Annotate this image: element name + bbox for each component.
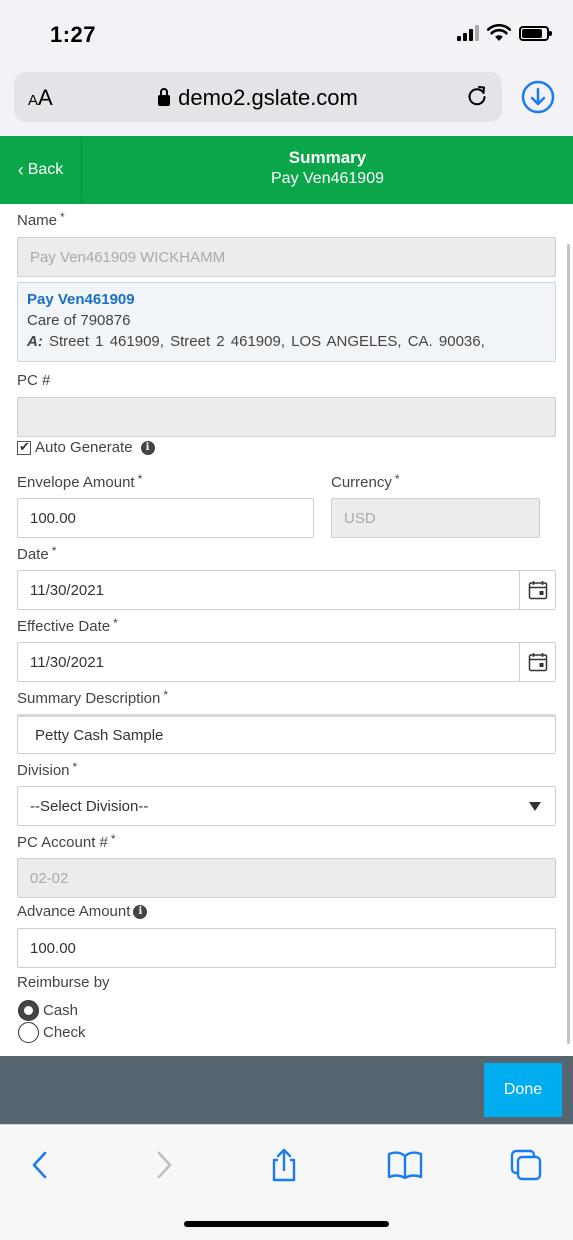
forward-icon [144,1145,184,1185]
page-subtitle: Pay Ven461909 [271,170,384,187]
advance-amount-label: Advance Amount i [17,903,148,920]
download-icon[interactable] [521,80,555,114]
url-text[interactable]: demo2.gslate.com [14,85,502,111]
advance-amount-input[interactable]: 100.00 [17,928,556,968]
summary-form: Name * Pay Ven461909 WICKHAMM Pay Ven4619… [0,204,573,1056]
home-indicator [184,1221,389,1227]
app-header: ‹ Back Summary Pay Ven461909 [0,136,573,204]
back-label: Back [27,161,64,178]
bookmarks-icon[interactable] [385,1145,425,1185]
check-radio[interactable] [18,1022,39,1043]
date-input[interactable]: 11/30/2021 [17,570,556,610]
share-icon[interactable] [264,1145,304,1185]
envelope-amount-label: Envelope Amount * [17,472,143,491]
browser-url-area: AA demo2.gslate.com [0,70,573,136]
pc-number-label: PC # [17,372,51,389]
calendar-icon[interactable] [519,643,555,681]
info-icon[interactable]: i [140,440,155,455]
vendor-address: A: Street 1 461909, Street 2 461909, LOS… [27,333,485,350]
reload-icon[interactable] [466,85,488,107]
reimburse-option-cash[interactable]: Cash [18,1000,78,1021]
back-icon[interactable] [20,1145,60,1185]
date-label: Date * [17,544,57,563]
effective-date-label: Effective Date * [17,616,118,635]
reimburse-option-check[interactable]: Check [18,1022,86,1043]
name-label: Name * [17,210,65,229]
auto-generate-label: Auto Generate [35,439,133,456]
pc-account-field: 02-02 [17,858,556,898]
cellular-signal-icon [457,25,479,41]
caret-down-icon [529,802,541,811]
reimburse-by-label: Reimburse by [17,974,110,991]
lock-icon [158,88,171,106]
calendar-icon[interactable] [519,571,555,609]
vendor-care-of: Care of 790876 [27,312,131,329]
auto-generate-checkbox[interactable] [17,439,31,455]
back-button[interactable]: ‹ Back [0,136,82,204]
status-bar: 1:27 [0,0,573,70]
pc-number-field [17,397,556,437]
envelope-amount-input[interactable]: 100.00 [17,498,314,538]
status-time: 1:27 [50,22,97,47]
scrollbar[interactable] [567,244,570,1044]
done-button[interactable]: Done [484,1063,562,1117]
status-icons [457,24,552,42]
summary-description-label: Summary Description * [17,688,169,707]
currency-field: USD [331,498,540,538]
address-bar[interactable]: AA demo2.gslate.com [14,72,502,122]
info-icon[interactable]: i [133,904,148,919]
battery-icon [519,25,552,41]
effective-date-input[interactable]: 11/30/2021 [17,642,556,682]
summary-description-input[interactable]: Petty Cash Sample [17,714,556,754]
name-field: Pay Ven461909 WICKHAMM [17,237,556,277]
chevron-left-icon: ‹ [17,159,24,180]
cash-radio[interactable] [18,1000,39,1021]
form-footer: Done [0,1056,573,1124]
division-label: Division * [17,760,78,779]
auto-generate-row[interactable]: Auto Generate i [17,439,155,456]
page-title: Summary [288,148,367,167]
wifi-icon [487,24,511,41]
pc-account-label: PC Account # * [17,832,116,851]
division-select[interactable]: --Select Division-- [17,786,556,826]
vendor-name: Pay Ven461909 [27,291,135,308]
tabs-icon[interactable] [506,1145,546,1185]
vendor-info-card: Pay Ven461909 Care of 790876 A: Street 1… [17,282,556,362]
currency-label: Currency * [331,472,400,491]
